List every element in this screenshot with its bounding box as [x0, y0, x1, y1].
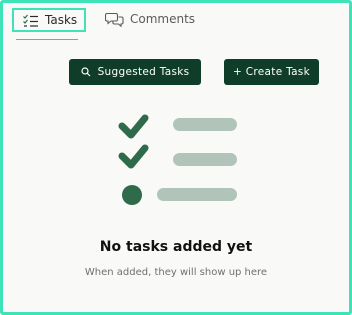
empty-tasks-illustration [118, 114, 237, 205]
suggested-tasks-button[interactable]: Suggested Tasks [69, 59, 201, 85]
checklist-icon [23, 13, 39, 27]
tab-bar: Tasks Comments [3, 3, 349, 43]
task-line-3 [157, 188, 237, 201]
task-line-1 [173, 118, 237, 131]
tasks-panel: Tasks Comments Suggested Tasks + Create … [0, 0, 352, 315]
task-line-2 [173, 153, 237, 166]
tab-comments-label: Comments [130, 12, 196, 26]
tab-tasks-label: Tasks [45, 13, 78, 27]
create-task-label: + Create Task [233, 66, 310, 78]
suggested-tasks-label: Suggested Tasks [97, 66, 190, 78]
create-task-button[interactable]: + Create Task [224, 59, 319, 85]
check-mark-1 [118, 114, 149, 139]
active-tab-indicator [16, 39, 78, 40]
check-mark-2 [118, 144, 149, 169]
tab-tasks[interactable]: Tasks [12, 8, 86, 32]
search-icon [80, 67, 91, 77]
pending-dot [122, 185, 142, 205]
empty-state-title: No tasks added yet [99, 239, 253, 255]
chat-bubbles-icon [104, 11, 124, 28]
empty-state-subtitle: When added, they will show up here [84, 267, 268, 278]
